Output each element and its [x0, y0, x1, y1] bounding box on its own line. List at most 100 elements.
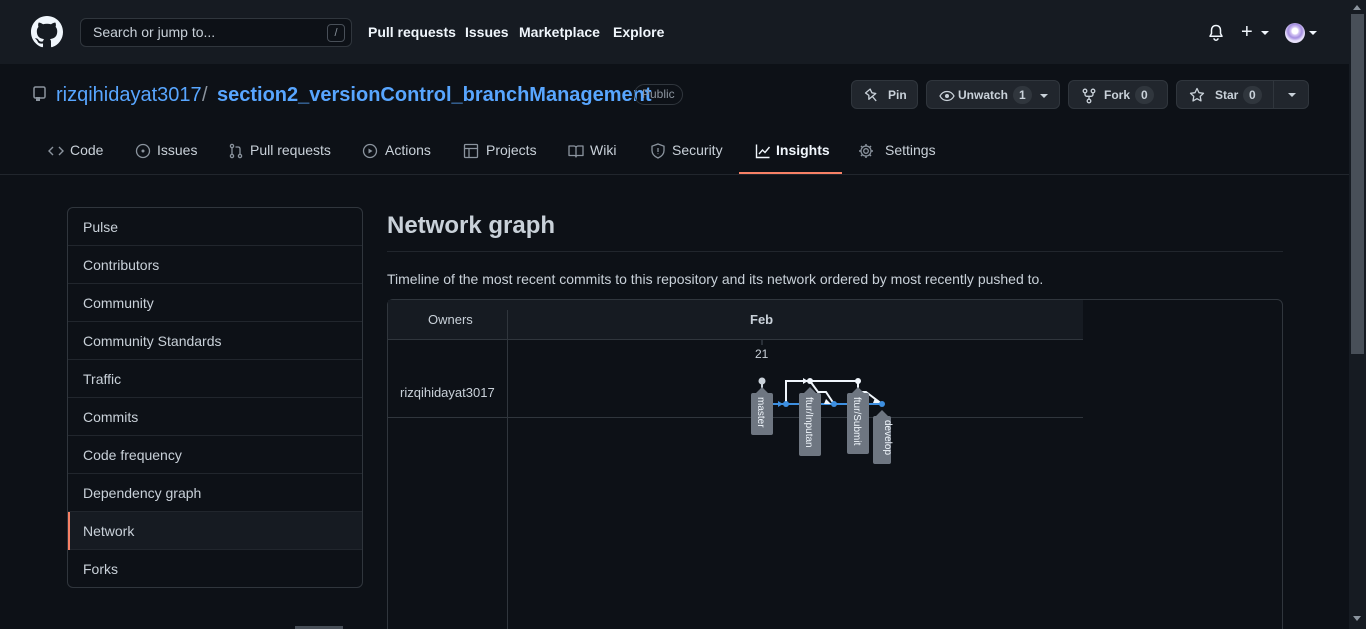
title-divider [387, 251, 1283, 252]
sidebar-item-pulse[interactable]: Pulse [68, 208, 362, 246]
fork-count: 0 [1135, 86, 1154, 104]
star-label: Star [1215, 88, 1239, 102]
nav-issues[interactable]: Issues [465, 24, 509, 40]
scroll-up-icon[interactable] [1353, 5, 1361, 10]
play-icon [362, 143, 378, 159]
tab-label: Code [70, 142, 104, 158]
bell-icon[interactable] [1208, 24, 1224, 42]
sidebar-item-community-standards[interactable]: Community Standards [68, 322, 362, 360]
active-tab-indicator [739, 172, 842, 174]
tab-label: Settings [885, 142, 936, 158]
nav-pull-requests[interactable]: Pull requests [368, 24, 456, 40]
sidebar-item-traffic[interactable]: Traffic [68, 360, 362, 398]
page-description: Timeline of the most recent commits to t… [387, 271, 1044, 287]
page: Search or jump to... / Pull requests Iss… [0, 0, 1349, 629]
pin-button[interactable]: Pin [851, 80, 918, 109]
code-icon [48, 146, 64, 156]
sidebar-item-dependency-graph[interactable]: Dependency graph [68, 474, 362, 512]
owners-column-divider [507, 310, 508, 629]
github-logo-icon[interactable] [31, 16, 63, 48]
repo-icon [33, 86, 46, 101]
insights-sidebar: Pulse Contributors Community Community S… [67, 207, 363, 588]
branch-label-ftur-inputan[interactable]: ftur/Inputan [799, 387, 821, 456]
watch-count: 1 [1013, 86, 1032, 104]
sidebar-item-label: Community [83, 295, 154, 311]
repo-name-link[interactable]: section2_versionControl_branchManagement [217, 84, 652, 107]
unwatch-button[interactable]: Unwatch 1 [926, 80, 1060, 109]
nav-marketplace[interactable]: Marketplace [519, 24, 600, 40]
commit-dot[interactable] [783, 401, 789, 407]
search-placeholder: Search or jump to... [93, 24, 216, 40]
sidebar-item-label: Dependency graph [83, 485, 202, 501]
sidebar-item-network[interactable]: Network [68, 512, 362, 550]
month-label: Feb [750, 312, 774, 327]
owner-row-divider [388, 417, 1083, 418]
page-title: Network graph [387, 212, 556, 239]
tab-label: Security [672, 142, 723, 158]
search-shortcut-key: / [327, 24, 345, 42]
tab-label: Insights [776, 142, 830, 158]
fork-label: Fork [1104, 88, 1131, 102]
table-icon [463, 143, 479, 159]
tab-label: Projects [486, 142, 537, 158]
unwatch-label: Unwatch [958, 88, 1009, 102]
sidebar-item-forks[interactable]: Forks [68, 550, 362, 587]
repo-owner-link[interactable]: rizqihidayat3017 [56, 84, 202, 107]
commit-dot[interactable] [758, 377, 766, 385]
fork-button[interactable]: Fork 0 [1068, 80, 1168, 109]
chevron-down-icon[interactable] [1288, 93, 1296, 97]
pin-icon [864, 88, 877, 102]
tab-label: Issues [157, 142, 198, 158]
search-input[interactable]: Search or jump to... / [80, 18, 352, 47]
visibility-badge: Public [634, 84, 683, 105]
star-count: 0 [1243, 86, 1262, 104]
chevron-down-icon[interactable] [1309, 31, 1317, 35]
sidebar-item-label: Code frequency [83, 447, 182, 463]
repo-header: rizqihidayat3017 / section2_versionContr… [0, 64, 1349, 175]
eye-icon [939, 90, 955, 102]
graph-icon [755, 144, 771, 159]
avatar[interactable] [1285, 23, 1305, 43]
tab-label: Wiki [590, 142, 617, 158]
branch-label-master[interactable]: master [751, 387, 773, 435]
sidebar-item-contributors[interactable]: Contributors [68, 246, 362, 284]
button-divider [1273, 81, 1274, 108]
commit-dot[interactable] [855, 378, 861, 384]
arrow-icon [778, 401, 783, 407]
branch-name: ftur/Submit [851, 397, 862, 446]
sidebar-item-label: Commits [83, 409, 139, 425]
tab-label: Pull requests [250, 142, 331, 158]
graph-header: Owners Feb [388, 300, 1083, 340]
scrollbar-thumb[interactable] [1351, 14, 1364, 354]
issue-icon [135, 143, 151, 159]
chevron-down-icon[interactable] [1040, 94, 1048, 98]
sidebar-item-label: Pulse [83, 219, 119, 235]
create-new-icon[interactable]: + [1241, 22, 1253, 42]
owner-name[interactable]: rizqihidayat3017 [400, 385, 495, 400]
star-button[interactable]: Star 0 [1176, 80, 1309, 109]
sidebar-item-code-frequency[interactable]: Code frequency [68, 436, 362, 474]
sidebar-item-label: Traffic [83, 371, 122, 387]
commit-dot[interactable] [807, 378, 813, 384]
sidebar-item-commits[interactable]: Commits [68, 398, 362, 436]
sidebar-item-label: Contributors [83, 257, 160, 273]
pin-label: Pin [888, 88, 907, 102]
global-header: Search or jump to... / Pull requests Iss… [0, 0, 1349, 64]
chevron-down-icon[interactable] [1261, 31, 1269, 35]
commit-dot[interactable] [879, 401, 885, 407]
branch-label-develop[interactable]: develop [873, 410, 893, 464]
sidebar-item-label: Network [83, 523, 135, 539]
fork-icon [1082, 88, 1096, 104]
tab-label: Actions [385, 142, 431, 158]
scroll-down-icon[interactable] [1353, 616, 1361, 621]
sidebar-item-community[interactable]: Community [68, 284, 362, 322]
network-graph[interactable]: Owners Feb 21 rizqihidayat3017 master ft… [387, 299, 1283, 629]
branch-label-ftur-submit[interactable]: ftur/Submit [847, 387, 869, 454]
commit-dot[interactable] [831, 401, 837, 407]
branch-name: ftur/Inputan [803, 397, 814, 448]
pull-request-icon [229, 143, 243, 159]
owners-header: Owners [428, 312, 473, 327]
shield-icon [651, 143, 665, 159]
arrow-icon [824, 399, 831, 404]
nav-explore[interactable]: Explore [613, 24, 664, 40]
